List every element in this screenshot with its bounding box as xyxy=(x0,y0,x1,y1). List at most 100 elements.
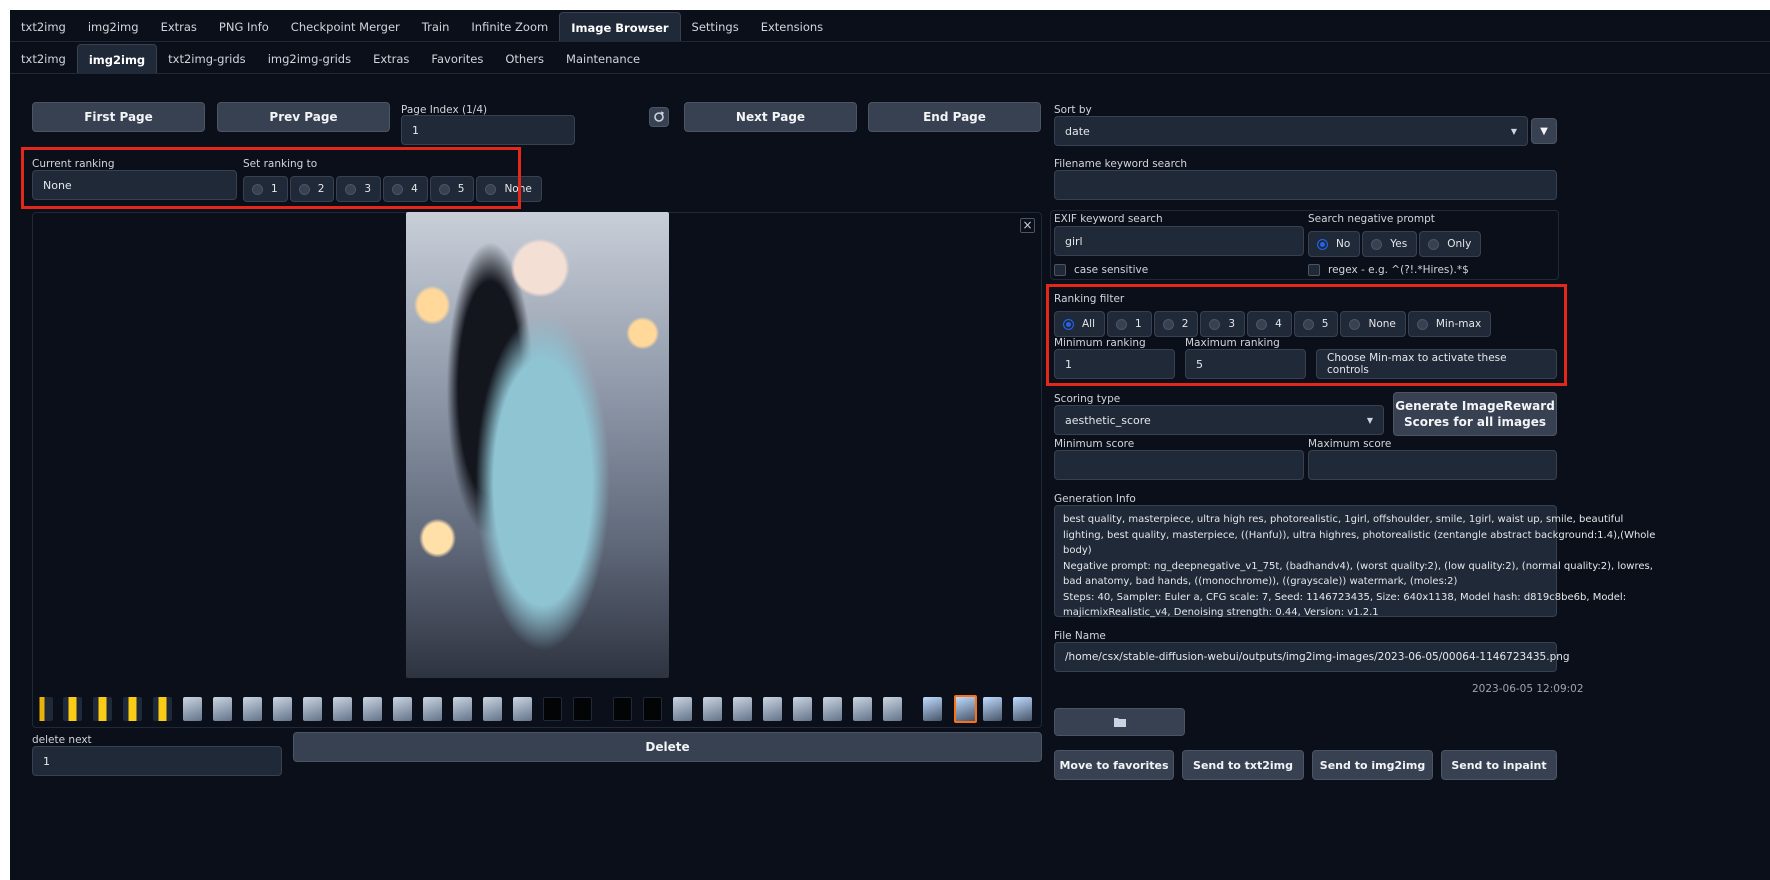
open-folder-button[interactable] xyxy=(1054,708,1185,736)
gallery-thumbnail[interactable] xyxy=(673,697,692,721)
gallery-thumbnail[interactable] xyxy=(703,697,722,721)
close-icon[interactable]: × xyxy=(1020,218,1035,233)
min-score-input[interactable] xyxy=(1054,450,1304,480)
tab-img2img[interactable]: img2img xyxy=(77,12,150,42)
send-to-txt2img-button[interactable]: Send to txt2img xyxy=(1182,750,1304,780)
send-to-img2img-button[interactable]: Send to img2img xyxy=(1312,750,1433,780)
gallery-thumbnail[interactable] xyxy=(423,697,442,721)
ranking-filter-option[interactable]: 3 xyxy=(1200,311,1246,337)
regex-checkbox[interactable]: regex - e.g. ^(?!.*Hires).*$ xyxy=(1308,264,1469,276)
gallery-thumbnail[interactable] xyxy=(273,697,292,721)
tab-extensions[interactable]: Extensions xyxy=(750,12,834,42)
gallery-thumbnail[interactable] xyxy=(613,697,632,721)
tab-train[interactable]: Train xyxy=(411,12,461,42)
delete-button[interactable]: Delete xyxy=(293,732,1042,762)
gallery-thumbnail[interactable] xyxy=(733,697,752,721)
subtab-img2img-grids[interactable]: img2img-grids xyxy=(257,44,362,74)
set-ranking-option[interactable]: 1 xyxy=(243,176,288,202)
ranking-filter-option[interactable]: 5 xyxy=(1293,311,1339,337)
ranking-filter-option-all[interactable]: All xyxy=(1054,311,1106,337)
tab-extras[interactable]: Extras xyxy=(150,12,208,42)
gallery-thumbnail-selected[interactable] xyxy=(954,695,977,723)
tab-txt2img[interactable]: txt2img xyxy=(10,12,77,42)
gallery-thumbnail[interactable] xyxy=(243,697,262,721)
negative-prompt-option-only[interactable]: Only xyxy=(1419,231,1482,257)
gallery-thumbnail[interactable] xyxy=(153,697,172,721)
negative-prompt-option-no[interactable]: No xyxy=(1308,231,1361,257)
delete-next-input[interactable]: 1 xyxy=(32,746,282,776)
generate-imagereward-button[interactable]: Generate ImageReward Scores for all imag… xyxy=(1393,392,1557,436)
gallery-thumbnail[interactable] xyxy=(213,697,232,721)
subtab-others[interactable]: Others xyxy=(494,44,555,74)
next-page-button[interactable]: Next Page xyxy=(684,102,857,132)
gallery-thumbnail[interactable] xyxy=(853,697,872,721)
subtab-txt2img-grids[interactable]: txt2img-grids xyxy=(157,44,257,74)
set-ranking-option[interactable]: 5 xyxy=(429,176,475,202)
ranking-filter-option-min-max[interactable]: Min-max xyxy=(1407,311,1492,337)
image-browser-app: txt2img img2img Extras PNG Info Checkpoi… xyxy=(10,10,1770,880)
refresh-button[interactable] xyxy=(649,107,669,127)
exif-search-label: EXIF keyword search xyxy=(1054,213,1163,225)
gallery-thumbnail[interactable] xyxy=(34,697,53,721)
gallery-thumbnail[interactable] xyxy=(513,697,532,721)
min-ranking-input[interactable]: 1 xyxy=(1054,349,1175,379)
gallery-main-image[interactable] xyxy=(406,212,669,678)
send-to-inpaint-button[interactable]: Send to inpaint xyxy=(1441,750,1557,780)
gallery-thumbnail[interactable] xyxy=(823,697,842,721)
sort-by-select[interactable]: date ▼ xyxy=(1054,116,1528,146)
first-page-button[interactable]: First Page xyxy=(32,102,205,132)
tab-checkpoint-merger[interactable]: Checkpoint Merger xyxy=(280,12,411,42)
set-ranking-option[interactable]: 4 xyxy=(383,176,428,202)
gallery-thumbnail[interactable] xyxy=(883,697,902,721)
ranking-filter-option-none[interactable]: None xyxy=(1340,311,1406,337)
end-page-button[interactable]: End Page xyxy=(868,102,1041,132)
ranking-filter-option[interactable]: 2 xyxy=(1153,311,1199,337)
gallery-thumbnail[interactable] xyxy=(923,697,942,721)
ranking-filter-option[interactable]: 1 xyxy=(1107,311,1152,337)
subtab-img2img[interactable]: img2img xyxy=(76,44,158,74)
gallery-thumbnail[interactable] xyxy=(573,697,592,721)
page-index-input[interactable]: 1 xyxy=(401,115,575,145)
gallery-thumbnail[interactable] xyxy=(183,697,202,721)
gallery-thumbnail[interactable] xyxy=(543,697,562,721)
tab-png-info[interactable]: PNG Info xyxy=(208,12,280,42)
tab-image-browser[interactable]: Image Browser xyxy=(559,12,681,42)
set-ranking-option[interactable]: None xyxy=(476,176,542,202)
gallery-thumbnail[interactable] xyxy=(643,697,662,721)
set-ranking-option[interactable]: 3 xyxy=(336,176,382,202)
tab-infinite-zoom[interactable]: Infinite Zoom xyxy=(460,12,559,42)
set-ranking-label: Set ranking to xyxy=(243,158,318,170)
filename-search-input[interactable] xyxy=(1054,170,1557,200)
sort-direction-button[interactable]: ▼ xyxy=(1531,118,1557,144)
prev-page-button[interactable]: Prev Page xyxy=(217,102,390,132)
scoring-type-select[interactable]: aesthetic_score ▼ xyxy=(1054,405,1384,435)
ranking-filter-option[interactable]: 4 xyxy=(1247,311,1292,337)
gallery-thumbnail[interactable] xyxy=(93,697,112,721)
gallery-thumbnail[interactable] xyxy=(983,697,1002,721)
max-ranking-input[interactable]: 5 xyxy=(1185,349,1306,379)
radio-dot-icon xyxy=(1256,318,1268,330)
gallery-thumbnail[interactable] xyxy=(763,697,782,721)
gallery-thumbnail[interactable] xyxy=(483,697,502,721)
gallery-thumbnail[interactable] xyxy=(123,697,142,721)
sub-tab-divider xyxy=(10,73,1770,74)
gallery-thumbnail[interactable] xyxy=(303,697,322,721)
exif-search-input[interactable]: girl xyxy=(1054,226,1304,256)
subtab-txt2img[interactable]: txt2img xyxy=(10,44,77,74)
case-sensitive-checkbox[interactable]: case sensitive xyxy=(1054,264,1148,276)
gallery-thumbnail[interactable] xyxy=(63,697,82,721)
tab-settings[interactable]: Settings xyxy=(681,12,750,42)
subtab-extras[interactable]: Extras xyxy=(362,44,420,74)
gallery-thumbnail[interactable] xyxy=(793,697,812,721)
gallery-thumbnail[interactable] xyxy=(393,697,412,721)
max-score-input[interactable] xyxy=(1308,450,1557,480)
subtab-favorites[interactable]: Favorites xyxy=(420,44,494,74)
gallery-thumbnail[interactable] xyxy=(333,697,352,721)
move-to-favorites-button[interactable]: Move to favorites xyxy=(1054,750,1174,780)
negative-prompt-option-yes[interactable]: Yes xyxy=(1362,231,1418,257)
gallery-thumbnail[interactable] xyxy=(453,697,472,721)
subtab-maintenance[interactable]: Maintenance xyxy=(555,44,651,74)
gallery-thumbnail[interactable] xyxy=(1013,697,1032,721)
set-ranking-option[interactable]: 2 xyxy=(289,176,335,202)
gallery-thumbnail[interactable] xyxy=(363,697,382,721)
